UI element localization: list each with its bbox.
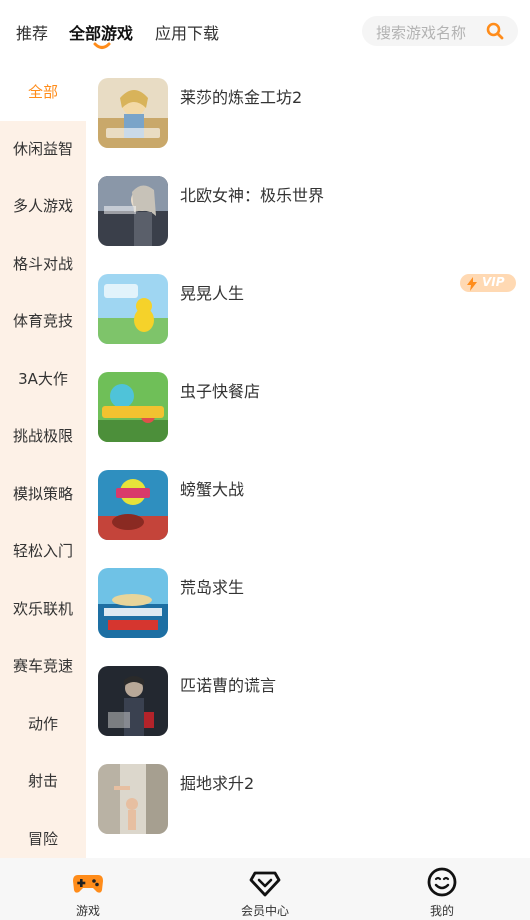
game-cover[interactable] bbox=[98, 78, 168, 148]
list-item[interactable]: 掘地求升2 bbox=[98, 764, 518, 834]
search-box[interactable]: 搜索游戏名称 bbox=[362, 16, 518, 46]
category-fighting[interactable]: 格斗对战 bbox=[0, 236, 86, 293]
category-extreme[interactable]: 挑战极限 bbox=[0, 408, 86, 465]
nav-membership-label: 会员中心 bbox=[240, 904, 289, 918]
game-title[interactable]: 匹诺曹的谎言 bbox=[180, 672, 276, 696]
list-item[interactable]: 螃蟹大战 bbox=[98, 470, 518, 540]
list-item[interactable]: 莱莎的炼金工坊2 bbox=[98, 78, 518, 148]
nav-games-label: 游戏 bbox=[75, 904, 100, 918]
tab-recommend[interactable]: 推荐 bbox=[16, 20, 48, 44]
game-title[interactable]: 虫子快餐店 bbox=[180, 378, 260, 402]
nav-profile-label: 我的 bbox=[429, 904, 454, 918]
category-easy-start[interactable]: 轻松入门 bbox=[0, 523, 86, 580]
category-3a[interactable]: 3A大作 bbox=[0, 351, 86, 408]
diamond-icon[interactable] bbox=[249, 866, 281, 898]
vip-badge: VIP bbox=[460, 274, 516, 292]
category-sports[interactable]: 体育竞技 bbox=[0, 293, 86, 350]
category-shooting[interactable]: 射击 bbox=[0, 753, 86, 810]
category-simulation-strategy[interactable]: 模拟策略 bbox=[0, 466, 86, 523]
list-item[interactable]: 虫子快餐店 bbox=[98, 372, 518, 442]
nav-games[interactable]: 游戏 bbox=[0, 858, 176, 920]
category-coop[interactable]: 欢乐联机 bbox=[0, 581, 86, 638]
search-icon[interactable] bbox=[486, 22, 504, 40]
lightning-icon bbox=[466, 276, 478, 291]
game-cover[interactable] bbox=[98, 372, 168, 442]
vip-label: VIP bbox=[482, 275, 505, 289]
category-action[interactable]: 动作 bbox=[0, 696, 86, 753]
game-title[interactable]: 螃蟹大战 bbox=[180, 476, 244, 500]
category-adventure[interactable]: 冒险 bbox=[0, 811, 86, 858]
game-cover[interactable] bbox=[98, 470, 168, 540]
search-input[interactable]: 搜索游戏名称 bbox=[376, 22, 466, 43]
game-cover[interactable] bbox=[98, 176, 168, 246]
game-cover[interactable] bbox=[98, 274, 168, 344]
smiley-face-icon[interactable] bbox=[426, 866, 458, 898]
category-sidebar: 全部 休闲益智 多人游戏 格斗对战 体育竞技 3A大作 挑战极限 模拟策略 轻松… bbox=[0, 64, 86, 858]
nav-membership[interactable]: 会员中心 bbox=[177, 858, 353, 920]
game-title[interactable]: 掘地求升2 bbox=[180, 770, 254, 794]
game-cover[interactable] bbox=[98, 764, 168, 834]
list-item[interactable]: 荒岛求生 bbox=[98, 568, 518, 638]
game-cover[interactable] bbox=[98, 568, 168, 638]
category-racing[interactable]: 赛车竞速 bbox=[0, 638, 86, 695]
list-item[interactable]: 匹诺曹的谎言 bbox=[98, 666, 518, 736]
tab-app-download[interactable]: 应用下载 bbox=[155, 20, 219, 44]
nav-profile[interactable]: 我的 bbox=[354, 858, 530, 920]
game-title[interactable]: 莱莎的炼金工坊2 bbox=[180, 84, 302, 108]
active-tab-indicator-icon bbox=[93, 42, 111, 50]
list-item[interactable]: 晃晃人生 VIP bbox=[98, 274, 518, 344]
tab-all-games[interactable]: 全部游戏 bbox=[69, 20, 133, 44]
category-multiplayer[interactable]: 多人游戏 bbox=[0, 178, 86, 235]
game-title[interactable]: 晃晃人生 bbox=[180, 280, 244, 304]
game-title[interactable]: 北欧女神：极乐世界 bbox=[180, 182, 324, 206]
category-all[interactable]: 全部 bbox=[0, 64, 86, 121]
game-cover[interactable] bbox=[98, 666, 168, 736]
bottom-nav: 游戏 会员中心 我的 bbox=[0, 858, 530, 920]
list-item[interactable]: 北欧女神：极乐世界 bbox=[98, 176, 518, 246]
game-title[interactable]: 荒岛求生 bbox=[180, 574, 244, 598]
category-casual-puzzle[interactable]: 休闲益智 bbox=[0, 121, 86, 178]
gamepad-icon[interactable] bbox=[72, 866, 104, 898]
top-bar: 推荐 全部游戏 应用下载 搜索游戏名称 bbox=[0, 0, 530, 62]
game-list: 莱莎的炼金工坊2 北欧女神：极乐世界 晃晃人生 VIP 虫子快餐店 螃蟹大战 荒… bbox=[86, 64, 530, 858]
